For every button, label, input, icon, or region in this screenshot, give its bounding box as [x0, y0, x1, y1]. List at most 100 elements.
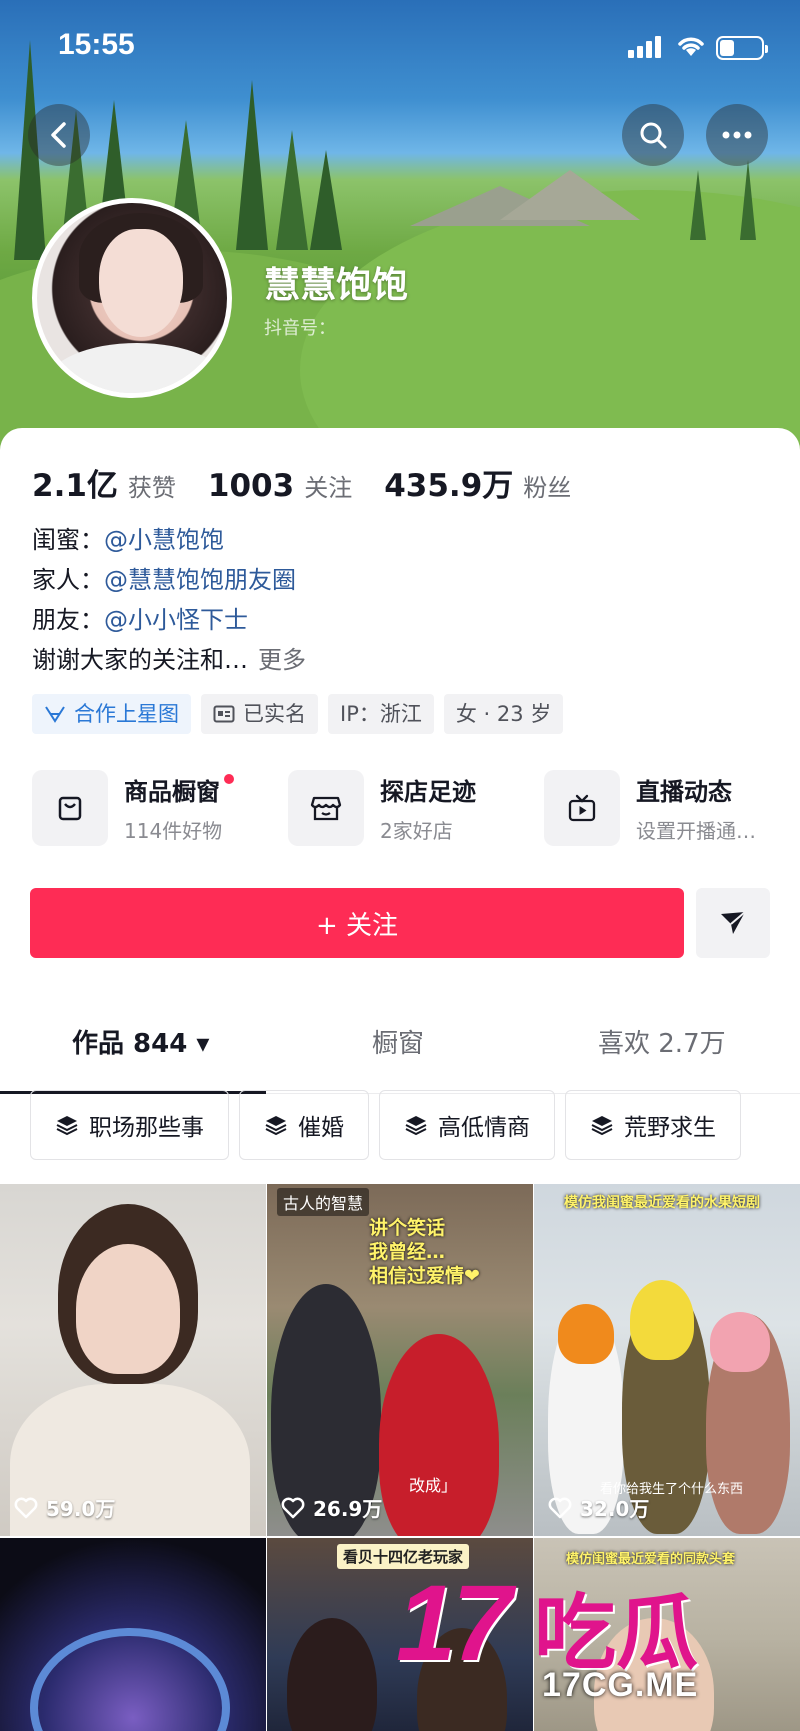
mountain	[500, 170, 640, 220]
chip-label: 高低情商	[438, 1115, 530, 1141]
site-watermark: 17 吃瓜 17CG.ME	[396, 1560, 800, 1731]
collection-chip[interactable]: 催婚	[239, 1090, 369, 1160]
search-button[interactable]	[622, 104, 684, 166]
shortcut-text: 探店足迹 2家好店	[380, 772, 476, 844]
video-thumbnail[interactable]	[0, 1538, 266, 1731]
tag-label: 已实名	[243, 702, 306, 726]
douyin-id-label[interactable]: 抖音号：	[264, 314, 336, 340]
shortcut-title-text: 商品橱窗	[124, 778, 220, 806]
cellular-signal-icon	[628, 36, 664, 58]
shortcut-icon-box	[288, 770, 364, 846]
tag-verified[interactable]: 已实名	[201, 694, 318, 734]
avatar-face	[99, 229, 183, 337]
shortcut-text: 直播动态 设置开播通…	[636, 772, 756, 844]
tag-label: IP：浙江	[340, 702, 422, 726]
collection-chip[interactable]: 荒野求生	[565, 1090, 741, 1160]
tab-works[interactable]: 作品 844 ▾	[72, 988, 209, 1094]
bio-text: 谢谢大家的关注和…	[32, 646, 248, 674]
video-figure	[287, 1618, 377, 1731]
tag-label: 合作上星图	[74, 702, 179, 726]
bio-prefix: 闺蜜：	[32, 526, 104, 554]
shortcuts-row: 商品橱窗 114件好物 探店足迹 2家好店 直播动态 设置开播通…	[32, 770, 800, 846]
bio-prefix: 朋友：	[32, 606, 104, 634]
like-count: 26.9万	[281, 1493, 382, 1522]
collection-chip[interactable]: 高低情商	[379, 1090, 555, 1160]
video-figure	[76, 1244, 180, 1374]
watermark-domain: 17CG.ME	[542, 1666, 699, 1704]
video-figure	[379, 1334, 499, 1536]
stat-following[interactable]: 1003 关注	[208, 468, 352, 504]
video-thumbnail[interactable]: 59.0万	[0, 1184, 266, 1536]
more-dots-icon	[722, 131, 752, 139]
shortcut-store-visits[interactable]: 探店足迹 2家好店	[288, 770, 544, 846]
like-count: 32.0万	[548, 1493, 649, 1522]
bio-line: 闺蜜：@小慧饱饱	[32, 520, 772, 560]
tree	[276, 130, 308, 250]
id-card-icon	[213, 705, 235, 723]
stat-label: 关注	[304, 474, 353, 502]
stat-followers[interactable]: 435.9万 粉丝	[384, 460, 571, 505]
heart-outline-icon	[548, 1497, 572, 1518]
watermark-number: 17	[396, 1562, 512, 1683]
shortcut-sub: 114件好物	[124, 819, 223, 843]
mention-link[interactable]: @慧慧饱饱朋友圈	[104, 566, 296, 594]
tab-likes[interactable]: 喜欢 2.7万	[598, 988, 726, 1094]
layers-icon	[56, 1116, 78, 1136]
like-count: 59.0万	[14, 1493, 115, 1522]
video-thumbnail[interactable]: 古人的智慧 讲个笑话 我曾经… 相信过爱情❤ 改成」 26.9万	[267, 1184, 533, 1536]
shortcut-icon-box	[544, 770, 620, 846]
video-caption-bottom: 改成」	[409, 1476, 458, 1495]
shortcut-sub: 2家好店	[380, 819, 453, 843]
stats-row: 2.1亿 获赞 1003 关注 435.9万 粉丝	[32, 460, 603, 505]
stat-value: 2.1亿	[32, 468, 118, 504]
tree	[690, 170, 706, 240]
stat-likes[interactable]: 2.1亿 获赞	[32, 460, 176, 505]
share-button[interactable]	[696, 888, 770, 958]
video-caption-top: 模仿我闺蜜最近爱看的水果短剧	[564, 1195, 760, 1211]
store-icon	[310, 796, 342, 821]
shortcut-live-updates[interactable]: 直播动态 设置开播通…	[544, 770, 800, 846]
layers-icon	[265, 1116, 287, 1136]
search-icon	[640, 122, 667, 149]
collection-chip[interactable]: 职场那些事	[30, 1090, 229, 1160]
follow-button[interactable]: + 关注	[30, 888, 684, 958]
bio-line: 谢谢大家的关注和… 更多	[32, 640, 772, 680]
tree	[236, 80, 268, 250]
mention-link[interactable]: @小慧饱饱	[104, 526, 224, 554]
tab-showcase[interactable]: 橱窗	[372, 988, 424, 1094]
video-figure	[30, 1628, 230, 1731]
tab-label: 橱窗	[372, 1028, 425, 1059]
chip-label: 职场那些事	[89, 1115, 204, 1141]
avatar-shirt	[47, 343, 227, 393]
send-arrow-icon	[721, 911, 746, 934]
profile-name: 慧慧饱饱	[264, 265, 409, 306]
bio-prefix: 家人：	[32, 566, 104, 594]
avatar[interactable]	[32, 198, 232, 398]
mention-link[interactable]: @小小怪下士	[104, 606, 248, 634]
tag-star-map[interactable]: 合作上星图	[32, 694, 191, 734]
status-bar: 15:55	[0, 0, 800, 92]
back-button[interactable]	[28, 104, 90, 166]
video-caption-overlay: 讲个笑话 我曾经… 相信过爱情❤	[369, 1217, 480, 1287]
stat-value: 435.9万	[384, 468, 514, 504]
shortcut-shop-window[interactable]: 商品橱窗 114件好物	[32, 770, 288, 846]
profile-tags: 合作上星图 已实名 IP：浙江 女 · 23 岁	[32, 694, 573, 734]
content-tabs: 作品 844 ▾ 橱窗 喜欢 2.7万	[0, 988, 800, 1094]
shortcut-title: 探店足迹	[380, 778, 476, 806]
more-options-button[interactable]	[706, 104, 768, 166]
tv-icon	[568, 794, 596, 822]
tree	[740, 160, 756, 240]
hill	[300, 190, 800, 450]
bio: 闺蜜：@小慧饱饱 家人：@慧慧饱饱朋友圈 朋友：@小小怪下士 谢谢大家的关注和……	[32, 520, 772, 680]
layers-icon	[405, 1116, 427, 1136]
bio-more-link[interactable]: 更多	[258, 646, 306, 674]
bio-line: 家人：@慧慧饱饱朋友圈	[32, 560, 772, 600]
shortcut-text: 商品橱窗 114件好物	[124, 772, 234, 844]
collection-chips: 职场那些事 催婚 高低情商 荒野求生	[30, 1090, 751, 1160]
video-thumbnail[interactable]: 模仿我闺蜜最近爱看的水果短剧 看你给我生了个什么东西 32.0万	[534, 1184, 800, 1536]
like-count-text: 59.0万	[46, 1497, 116, 1521]
chip-label: 催婚	[298, 1115, 344, 1141]
tab-label: 作品 844 ▾	[72, 1028, 210, 1059]
stat-label: 获赞	[127, 474, 176, 502]
follow-button-label: + 关注	[315, 910, 399, 941]
